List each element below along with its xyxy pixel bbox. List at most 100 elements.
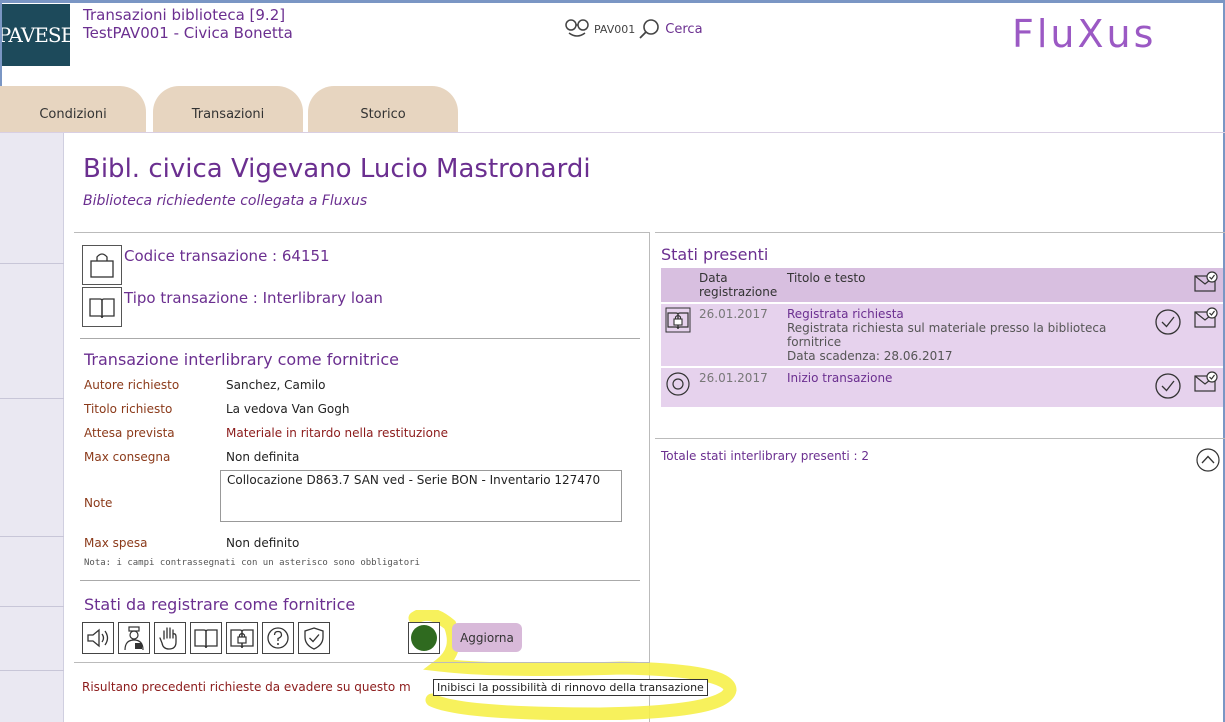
fluxus-brand-logo: FluXus bbox=[1012, 12, 1157, 56]
tab-label: Transazioni bbox=[191, 107, 265, 122]
divider bbox=[80, 580, 640, 581]
state-question-button[interactable] bbox=[262, 622, 294, 654]
details-section-title: Transazione interlibrary come fornitrice bbox=[84, 350, 399, 369]
library-logo: PAVESE bbox=[2, 4, 70, 66]
tab-label: Condizioni bbox=[39, 107, 107, 122]
table-header-mail-cell bbox=[1189, 268, 1223, 303]
transaction-code-row: Codice transazione : 64151 bbox=[82, 245, 330, 285]
row-date: 26.01.2017 bbox=[695, 366, 783, 407]
chevron-up-icon[interactable] bbox=[1195, 447, 1221, 473]
tab-condizioni[interactable]: Condizioni bbox=[0, 86, 146, 132]
state-shield-button[interactable] bbox=[298, 622, 330, 654]
hand-stop-icon bbox=[159, 627, 177, 650]
note-textarea[interactable]: Collocazione D863.7 SAN ved - Serie BON … bbox=[220, 470, 622, 522]
row-icon-cell bbox=[661, 302, 695, 367]
mandatory-note: Nota: i campi contrassegnati con un aste… bbox=[84, 558, 420, 568]
check-circle-icon[interactable] bbox=[1153, 307, 1183, 337]
table-header-title: Titolo e testo bbox=[783, 268, 1149, 303]
envelope-check-icon[interactable] bbox=[1193, 271, 1219, 293]
target-icon bbox=[666, 372, 690, 396]
user-glasses-icon[interactable] bbox=[563, 18, 591, 40]
shield-check-icon bbox=[304, 627, 324, 650]
field-label-note: Note bbox=[84, 496, 113, 510]
app-subtitle: TestPAV001 - Civica Bonetta bbox=[83, 24, 293, 42]
table-header-date: Data registrazione bbox=[695, 268, 783, 303]
speaker-icon bbox=[87, 628, 109, 648]
sidebar-divider bbox=[0, 398, 64, 399]
envelope-check-icon[interactable] bbox=[1193, 371, 1219, 393]
search-link[interactable]: Cerca bbox=[665, 22, 702, 37]
row-date: 26.01.2017 bbox=[695, 302, 783, 367]
shopping-bag-icon bbox=[82, 245, 122, 285]
field-value-max-spesa: Non definito bbox=[226, 536, 300, 550]
state-speaker-button[interactable] bbox=[82, 622, 114, 654]
green-dot-icon bbox=[411, 625, 437, 651]
field-value-titolo: La vedova Van Gogh bbox=[226, 402, 350, 416]
row-content: Inizio transazione bbox=[783, 366, 1149, 407]
table-row: 26.01.2017 Inizio transazione bbox=[661, 366, 1223, 407]
transaction-type-row: Tipo transazione : Interlibrary loan bbox=[82, 287, 383, 327]
divider bbox=[80, 338, 640, 339]
table-header-icon-cell bbox=[661, 268, 695, 303]
aggiorna-button[interactable]: Aggiorna bbox=[452, 623, 522, 652]
state-stop-hand-button[interactable] bbox=[154, 622, 186, 654]
state-book-lock-button[interactable] bbox=[226, 622, 258, 654]
state-book-button[interactable] bbox=[190, 622, 222, 654]
total-states-label: Totale stati interlibrary presenti : 2 bbox=[661, 449, 870, 463]
sidebar-divider bbox=[0, 606, 64, 607]
check-circle-icon[interactable] bbox=[1153, 371, 1183, 401]
sidebar-divider bbox=[0, 263, 64, 264]
table-row: 26.01.2017 Registrata richiesta Registra… bbox=[661, 302, 1223, 367]
tab-divider bbox=[0, 132, 1225, 133]
row-title[interactable]: Registrata richiesta bbox=[787, 307, 1145, 321]
courier-icon bbox=[124, 626, 144, 651]
table-header-row: Data registrazione Titolo e testo bbox=[661, 268, 1223, 303]
row-extra: Data scadenza: 28.06.2017 bbox=[787, 349, 953, 363]
divider bbox=[655, 438, 1225, 439]
library-subtitle: Biblioteca richiedente collegata a Fluxu… bbox=[83, 193, 368, 209]
envelope-check-icon[interactable] bbox=[1193, 307, 1219, 329]
library-logo-text: PAVESE bbox=[2, 23, 70, 47]
sidebar-divider bbox=[0, 670, 64, 671]
tab-storico[interactable]: Storico bbox=[308, 86, 458, 132]
book-lock-icon bbox=[230, 629, 254, 649]
question-icon bbox=[267, 627, 289, 649]
library-title: Bibl. civica Vigevano Lucio Mastronardi bbox=[83, 154, 591, 184]
field-label-autore: Autore richiesto bbox=[84, 378, 180, 392]
state-courier-button[interactable] bbox=[118, 622, 150, 654]
tab-label: Storico bbox=[360, 107, 406, 122]
field-label-titolo: Titolo richiesto bbox=[84, 402, 173, 416]
table-header-blank bbox=[1149, 268, 1189, 303]
row-check-cell bbox=[1149, 366, 1189, 407]
user-search-area: PAV001 Cerca bbox=[563, 18, 703, 40]
book-open-icon bbox=[82, 287, 122, 327]
transaction-type: Tipo transazione : Interlibrary loan bbox=[124, 289, 383, 307]
field-label-max-consegna: Max consegna bbox=[84, 450, 171, 464]
sidebar-divider bbox=[0, 536, 64, 537]
row-check-cell bbox=[1149, 302, 1189, 367]
present-states-title: Stati presenti bbox=[661, 245, 769, 264]
app-title: Transazioni biblioteca [9.2] bbox=[83, 6, 286, 24]
left-sidebar bbox=[0, 133, 64, 722]
window-frame-top bbox=[0, 0, 1225, 3]
user-code[interactable]: PAV001 bbox=[594, 23, 635, 36]
transaction-code: Codice transazione : 64151 bbox=[124, 247, 330, 265]
field-value-autore: Sanchez, Camilo bbox=[226, 378, 326, 392]
states-register-title: Stati da registrare come fornitrice bbox=[84, 595, 356, 614]
row-content: Registrata richiesta Registrata richiest… bbox=[783, 302, 1149, 367]
field-value-max-consegna: Non definita bbox=[226, 450, 300, 464]
warning-message: Risultano precedenti richieste da evader… bbox=[82, 680, 411, 694]
row-icon-cell bbox=[661, 366, 695, 407]
field-value-attesa: Materiale in ritardo nella restituzione bbox=[226, 426, 448, 440]
divider bbox=[74, 662, 650, 663]
tooltip: Inibisci la possibilità di rinnovo della… bbox=[433, 679, 708, 696]
state-inhibit-renewal-button[interactable] bbox=[408, 622, 440, 654]
field-label-attesa: Attesa prevista bbox=[84, 426, 175, 440]
row-mail-cell bbox=[1189, 302, 1223, 367]
row-title[interactable]: Inizio transazione bbox=[787, 371, 1145, 385]
tab-transazioni[interactable]: Transazioni bbox=[153, 86, 303, 132]
row-text: Registrata richiesta sul materiale press… bbox=[787, 321, 1107, 349]
present-states-table: Data registrazione Titolo e testo 26.01.… bbox=[661, 268, 1223, 407]
book-lock-icon bbox=[665, 307, 691, 333]
search-icon[interactable] bbox=[639, 18, 661, 40]
